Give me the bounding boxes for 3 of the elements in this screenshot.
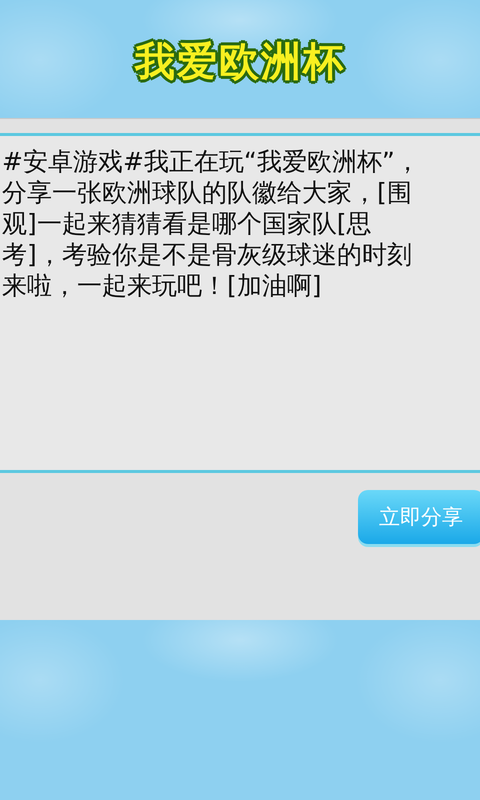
message-text: #安卓游戏#我正在玩“我爱欧洲杯”， 分享一张欧洲球队的队徽给大家，[围 观]一起来猜猜看是哪个国家队[思 考]，考验你是不是骨灰级球迷的时刻 来啦，一起来玩吧！[加油啊] xyxy=(2,146,421,301)
message-text-area[interactable]: #安卓游戏#我正在玩“我爱欧洲杯”， 分享一张欧洲球队的队徽给大家，[围 观]一起来猜猜看是哪个国家队[思 考]，考验你是不是骨灰级球迷的时刻 来啦，一起来玩吧！[加油啊] xyxy=(0,133,480,473)
app-title: 我爱欧洲杯 xyxy=(135,38,345,86)
